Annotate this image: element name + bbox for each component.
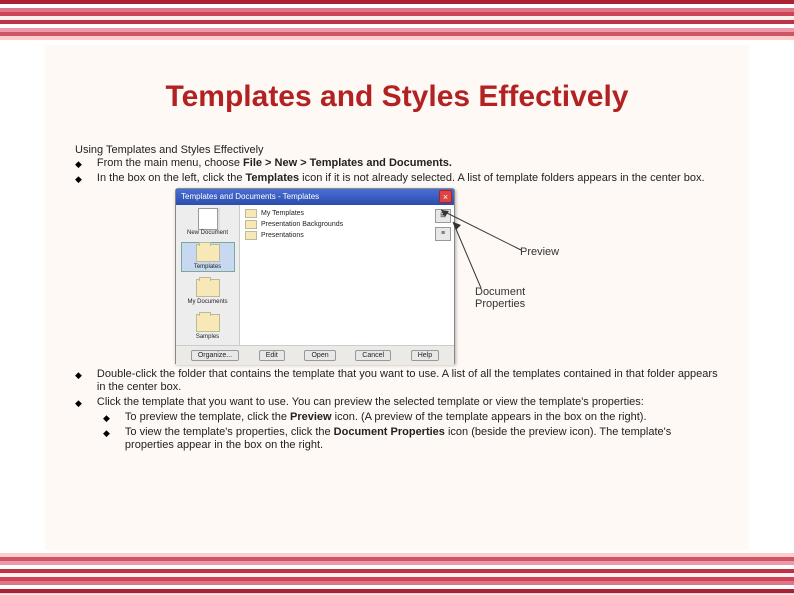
decorative-stripes-top [0, 0, 794, 42]
bullet-item: ◆ To view the template's properties, clic… [103, 426, 719, 454]
bullet-text: From the main menu, choose File > New > … [97, 157, 452, 171]
bullet-item: ◆ From the main menu, choose File > New >… [75, 157, 719, 171]
annotation-docprops: Document Properties [475, 286, 555, 310]
category-label: Samples [196, 334, 219, 340]
bullet-item: ◆ In the box on the left, click the Templ… [75, 172, 719, 186]
bullet-text: In the box on the left, click the Templa… [97, 172, 705, 186]
folder-label: My Templates [261, 210, 304, 217]
slide-body: Using Templates and Styles Effectively ◆… [45, 144, 749, 453]
dialog-category-my-documents[interactable]: My Documents [181, 278, 235, 307]
slide-content: Templates and Styles Effectively Using T… [45, 45, 749, 550]
dialog-center-list: My Templates Presentation Backgrounds Pres… [240, 205, 432, 345]
template-folder-item[interactable]: My Templates [245, 208, 427, 219]
dialog-title: Templates and Documents - Templates [181, 192, 319, 201]
dialog-category-new-document[interactable]: New Document [181, 208, 235, 237]
bullet-icon: ◆ [75, 398, 82, 409]
dialog-button-row: Organize... Edit Open Cancel Help [176, 345, 454, 365]
decorative-stripes-bottom [0, 553, 794, 595]
bullet-icon: ◆ [103, 413, 110, 424]
folder-label: Presentation Backgrounds [261, 221, 343, 228]
folder-icon [196, 314, 220, 332]
bullet-item: ◆ Click the template that you want to use… [75, 396, 719, 410]
arrow-docprops [431, 198, 561, 298]
folder-icon [245, 231, 257, 240]
folder-label: Presentations [261, 232, 304, 239]
organize-button[interactable]: Organize... [191, 350, 239, 361]
bullet-item: ◆ Double-click the folder that contains t… [75, 368, 719, 396]
dialog-titlebar: Templates and Documents - Templates × [176, 189, 454, 205]
templates-dialog: Templates and Documents - Templates × Ne… [175, 188, 455, 364]
dialog-screenshot: Templates and Documents - Templates × Ne… [175, 188, 555, 364]
category-label: My Documents [187, 299, 227, 305]
bullet-icon: ◆ [75, 159, 82, 170]
bullet-text: Double-click the folder that contains th… [97, 368, 719, 396]
stripe [0, 36, 794, 40]
dialog-category-samples[interactable]: Samples [181, 313, 235, 342]
open-button[interactable]: Open [304, 350, 335, 361]
dialog-category-templates[interactable]: Templates [181, 242, 235, 271]
category-label: New Document [187, 230, 228, 236]
slide-title: Templates and Styles Effectively [45, 80, 749, 114]
stripe [0, 589, 794, 593]
edit-button[interactable]: Edit [259, 350, 285, 361]
document-icon [198, 208, 218, 230]
bullet-icon: ◆ [75, 174, 82, 185]
template-folder-item[interactable]: Presentations [245, 230, 427, 241]
category-label: Templates [194, 264, 221, 270]
bullet-icon: ◆ [75, 370, 82, 381]
folder-icon [245, 209, 257, 218]
bullet-text: Click the template that you want to use.… [97, 396, 644, 410]
help-button[interactable]: Help [411, 350, 439, 361]
folder-icon [245, 220, 257, 229]
section-heading: Using Templates and Styles Effectively [75, 144, 719, 156]
bullet-item: ◆ To preview the template, click the Prev… [103, 411, 719, 425]
folder-icon [196, 244, 220, 262]
dialog-body: New Document Templates My Documents Samples… [176, 205, 454, 345]
folder-icon [196, 279, 220, 297]
bullet-text: To view the template's properties, click… [125, 426, 719, 454]
template-folder-item[interactable]: Presentation Backgrounds [245, 219, 427, 230]
bullet-icon: ◆ [103, 428, 110, 439]
bullet-text: To preview the template, click the Previ… [125, 411, 647, 425]
cancel-button[interactable]: Cancel [355, 350, 391, 361]
dialog-left-panel: New Document Templates My Documents Samples [176, 205, 240, 345]
